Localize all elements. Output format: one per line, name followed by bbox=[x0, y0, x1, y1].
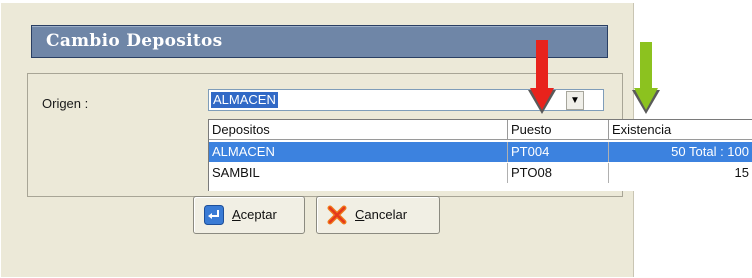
aceptar-label: Aceptar bbox=[232, 207, 277, 222]
chevron-down-icon: ▼ bbox=[570, 95, 580, 106]
row-existencia-cell: 15 bbox=[734, 165, 749, 180]
origen-combobox-value[interactable]: ALMACEN bbox=[211, 92, 278, 108]
row-deposito-cell: ALMACEN bbox=[209, 142, 508, 162]
row-puesto-cell: PT004 bbox=[508, 142, 609, 162]
column-header-existencia[interactable]: Existencia bbox=[609, 120, 752, 140]
row-existencia-cell: 50 Total : 100 bbox=[671, 144, 749, 159]
aceptar-button[interactable]: Aceptar bbox=[193, 196, 305, 234]
row-deposito-cell: SAMBIL bbox=[209, 163, 508, 183]
origen-label: Origen : bbox=[42, 96, 89, 111]
dropdown-row-almacen[interactable]: ALMACEN PT004 50 Total : 100 bbox=[209, 142, 752, 162]
red-down-arrow-icon bbox=[528, 40, 556, 114]
row-puesto-cell: PTO08 bbox=[508, 163, 609, 183]
green-down-arrow-icon bbox=[632, 42, 660, 114]
dialog-title: Cambio Depositos bbox=[46, 31, 223, 51]
dropdown-row-sambil[interactable]: SAMBIL PTO08 15 bbox=[209, 163, 752, 183]
column-header-depositos[interactable]: Depositos bbox=[209, 120, 508, 140]
dialog-title-bar: Cambio Depositos bbox=[31, 25, 608, 58]
combobox-dropdown-button[interactable]: ▼ bbox=[566, 91, 584, 110]
depositos-dropdown-list: Depositos Puesto Existencia ALMACEN PT00… bbox=[208, 119, 752, 191]
red-x-icon bbox=[327, 205, 347, 225]
column-header-puesto[interactable]: Puesto bbox=[508, 120, 609, 140]
dropdown-header-row: Depositos Puesto Existencia bbox=[209, 120, 752, 140]
cancelar-label: Cancelar bbox=[355, 207, 408, 222]
cancelar-button[interactable]: Cancelar bbox=[316, 196, 440, 234]
enter-icon bbox=[204, 205, 224, 225]
